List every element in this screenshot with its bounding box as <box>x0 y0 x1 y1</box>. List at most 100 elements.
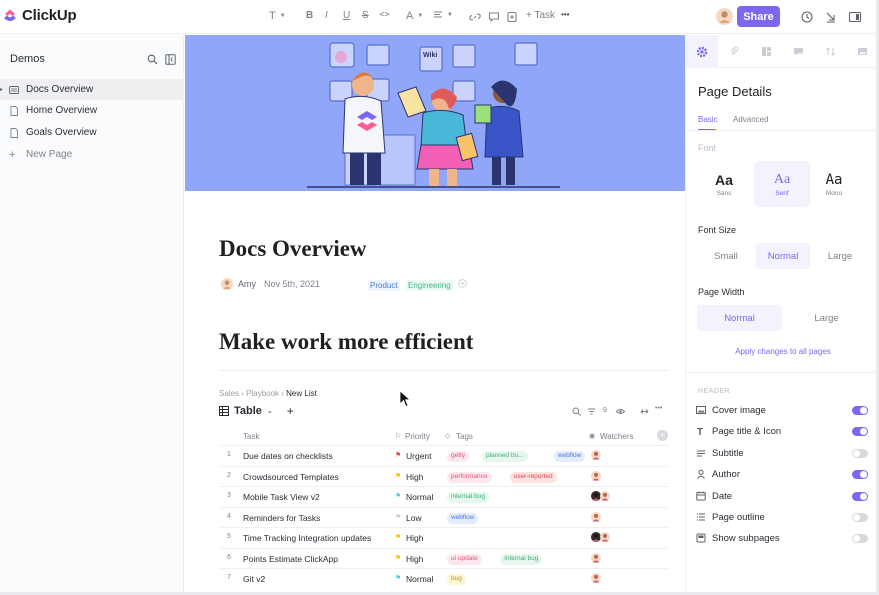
task-name[interactable]: Mobile Task View v2 <box>243 492 320 502</box>
strikethrough-button[interactable]: S <box>362 10 369 21</box>
cover-image[interactable]: Wiki <box>185 35 685 191</box>
column-priority[interactable]: Priority <box>405 432 430 441</box>
search-icon[interactable] <box>147 54 158 65</box>
task-name[interactable]: Crowdsourced Templates <box>243 472 339 482</box>
font-size-small[interactable]: Small <box>698 243 754 269</box>
watcher-avatar[interactable] <box>591 450 601 460</box>
font-option-sans[interactable]: Aa Sans <box>696 161 752 207</box>
table-more-button[interactable]: ••• <box>655 405 662 412</box>
task-name[interactable]: Time Tracking Integration updates <box>243 533 371 543</box>
table-view-selector[interactable]: Table ⌄ + <box>219 404 294 418</box>
watcher-avatar[interactable] <box>591 552 601 563</box>
toggle-switch[interactable] <box>852 513 868 522</box>
task-name[interactable]: Git v2 <box>243 574 265 584</box>
tag-chip[interactable]: webflow <box>447 512 479 524</box>
tab-settings[interactable] <box>686 35 718 68</box>
priority-value[interactable]: Low <box>406 513 422 523</box>
priority-value[interactable]: Urgent <box>406 451 432 461</box>
font-size-normal[interactable]: Normal <box>756 243 810 269</box>
embed-icon[interactable] <box>505 10 519 24</box>
add-view-button[interactable]: + <box>287 404 294 418</box>
watcher-avatar[interactable] <box>591 470 601 481</box>
section-heading[interactable]: Make work more efficient <box>219 329 473 355</box>
page-width-normal[interactable]: Normal <box>697 305 782 331</box>
font-option-mono[interactable]: Aa Mono <box>806 161 862 207</box>
breadcrumb-new-list[interactable]: New List <box>286 389 317 398</box>
text-style-dropdown[interactable]: T ▼ <box>269 10 286 22</box>
tab-sort[interactable] <box>814 35 846 68</box>
toggle-switch[interactable] <box>852 448 868 458</box>
add-task-button[interactable]: + Task <box>526 10 555 21</box>
sidebar-item-docs-overview[interactable]: ▸ Docs Overview <box>0 79 184 100</box>
task-name[interactable]: Points Estimate ClickApp <box>243 554 338 564</box>
align-dropdown[interactable]: ▼ <box>433 10 453 20</box>
page-title[interactable]: Docs Overview <box>219 236 367 262</box>
breadcrumb-sales[interactable]: Sales <box>219 389 239 398</box>
table-row[interactable]: 2 Crowdsourced Templates ⚑ High performance u… <box>219 465 669 486</box>
link-icon[interactable] <box>468 10 482 24</box>
font-option-serif[interactable]: Aa Serif <box>754 161 810 207</box>
table-search-icon[interactable] <box>572 407 581 416</box>
tab-basic[interactable]: Basic <box>698 115 718 124</box>
comment-icon[interactable] <box>487 10 501 24</box>
table-row[interactable]: 4 Reminders for Tasks ⚑ Low webflow <box>219 506 669 527</box>
clickup-logo[interactable]: ClickUp <box>2 7 77 24</box>
apply-to-all-pages-link[interactable]: Apply changes to all pages <box>686 347 879 356</box>
table-row[interactable]: 7 Git v2 ⚑ Normal bug <box>219 568 669 588</box>
add-tag-icon[interactable] <box>458 279 467 288</box>
share-button[interactable]: Share <box>737 6 780 27</box>
tag-chip[interactable]: bug <box>447 574 466 585</box>
tab-advanced[interactable]: Advanced <box>733 115 769 124</box>
priority-value[interactable]: High <box>406 533 423 543</box>
tab-attachments[interactable] <box>718 35 750 68</box>
column-task[interactable]: Task <box>243 432 259 441</box>
tag-product[interactable]: Product <box>368 280 400 291</box>
watcher-avatar[interactable] <box>600 491 610 501</box>
tag-chip[interactable]: getty <box>447 451 470 462</box>
sidebar-item-home-overview[interactable]: Home Overview <box>0 100 184 121</box>
tag-chip[interactable]: ui update <box>447 553 482 565</box>
table-row[interactable]: 1 Due dates on checklists ⚑ Urgent getty plan… <box>219 445 669 465</box>
priority-value[interactable]: High <box>406 554 423 564</box>
column-watchers[interactable]: Watchers <box>600 432 634 441</box>
font-size-large[interactable]: Large <box>812 243 868 269</box>
user-avatar[interactable] <box>716 8 733 25</box>
filter-icon[interactable] <box>587 407 596 416</box>
task-name[interactable]: Reminders for Tasks <box>243 513 320 523</box>
tag-chip[interactable]: internal bug <box>500 553 543 565</box>
watcher-avatar[interactable] <box>600 532 610 542</box>
task-name[interactable]: Due dates on checklists <box>243 451 333 461</box>
table-row[interactable]: 6 Points Estimate ClickApp ⚑ High ui update i… <box>219 547 669 568</box>
tag-chip[interactable]: performance <box>447 471 492 483</box>
bold-button[interactable]: B <box>306 10 313 21</box>
toggle-switch[interactable] <box>852 491 868 501</box>
toggle-switch[interactable] <box>852 427 868 437</box>
priority-value[interactable]: Normal <box>406 492 433 502</box>
workspace-name[interactable]: Demos <box>10 53 45 65</box>
history-icon[interactable] <box>800 10 814 24</box>
italic-button[interactable]: I <box>325 10 328 21</box>
author-avatar[interactable] <box>221 278 233 290</box>
chevron-down-icon[interactable]: ⌄ <box>267 407 273 415</box>
tab-templates[interactable] <box>750 35 782 68</box>
collapse-sidebar-icon[interactable] <box>165 54 176 65</box>
tag-engineering[interactable]: Engineering <box>406 280 453 291</box>
toggle-panel-icon[interactable] <box>848 10 862 24</box>
new-page-button[interactable]: + New Page <box>0 144 184 165</box>
underline-button[interactable]: U <box>343 10 350 21</box>
watcher-avatar[interactable] <box>591 573 601 583</box>
table-row[interactable]: 5 Time Tracking Integration updates ⚑ High <box>219 527 669 547</box>
tag-chip[interactable]: planned bu... <box>482 451 528 462</box>
toggle-switch[interactable] <box>852 534 868 544</box>
watcher-avatar[interactable] <box>591 511 601 522</box>
tag-chip[interactable]: webflow <box>553 451 586 462</box>
page-width-large[interactable]: Large <box>784 305 869 331</box>
visibility-icon[interactable] <box>616 407 625 416</box>
table-row[interactable]: 3 Mobile Task View v2 ⚑ Normal internal bug <box>219 486 669 506</box>
expand-icon[interactable] <box>640 407 649 416</box>
sidebar-item-goals-overview[interactable]: Goals Overview <box>0 122 184 143</box>
priority-value[interactable]: Normal <box>406 574 433 584</box>
code-button[interactable]: <> <box>379 10 390 20</box>
column-tags[interactable]: Tags <box>456 432 473 441</box>
toggle-switch[interactable] <box>852 470 868 480</box>
